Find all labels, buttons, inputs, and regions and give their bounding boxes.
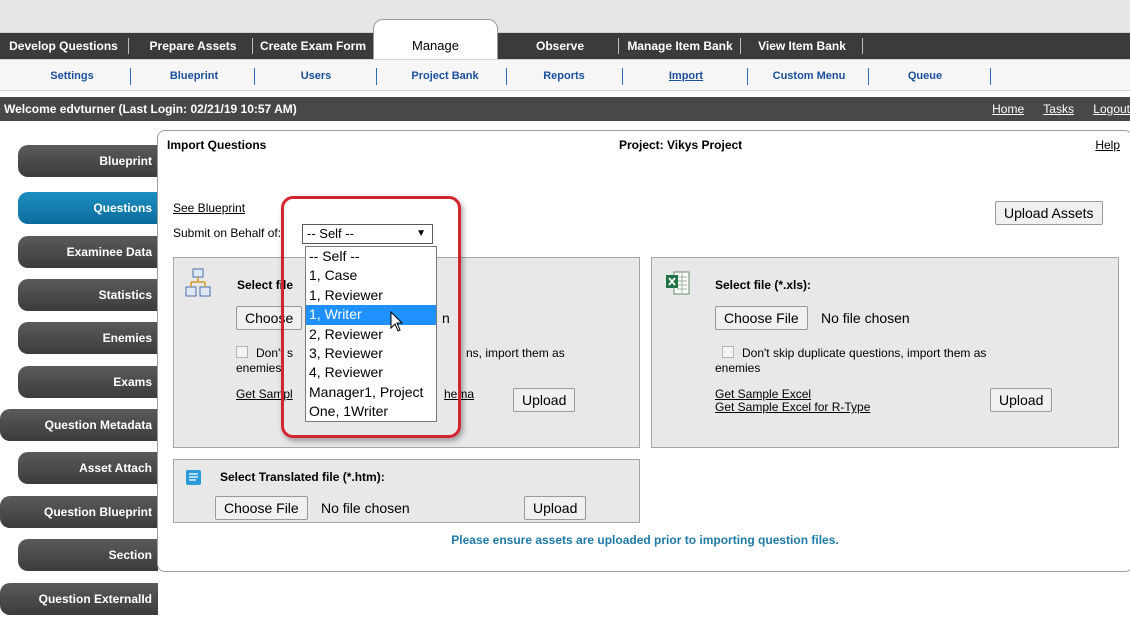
- choose-file-button[interactable]: Choose: [236, 306, 303, 330]
- tab-manage[interactable]: Manage: [373, 19, 498, 61]
- tab-create-exam-form[interactable]: Create Exam Form: [254, 33, 372, 59]
- subnav-separator: [376, 68, 377, 85]
- subnav-queue[interactable]: Queue: [870, 60, 980, 92]
- no-file-chosen-text: No file chosen: [321, 500, 410, 516]
- sidebar-item-enemies[interactable]: Enemies: [18, 322, 158, 354]
- sidebar-item-section[interactable]: Section: [18, 539, 158, 571]
- subnav-settings[interactable]: Settings: [22, 60, 122, 92]
- nav-separator: [862, 38, 863, 54]
- sidebar-item-questions[interactable]: Questions: [18, 192, 158, 224]
- submit-on-behalf-label: Submit on Behalf of:: [173, 226, 282, 240]
- project-name: Project: Vikys Project: [619, 138, 743, 152]
- upload-assets-button[interactable]: Upload Assets: [995, 201, 1103, 225]
- skip-text: Don't skip duplicate questions, import t…: [742, 346, 987, 360]
- subnav-separator: [868, 68, 869, 85]
- no-file-chosen-text: n: [442, 310, 450, 326]
- dropdown-option[interactable]: 3, Reviewer: [306, 344, 436, 363]
- nav-separator: [618, 38, 619, 54]
- subnav-reports[interactable]: Reports: [510, 60, 618, 92]
- sidebar-item-exams[interactable]: Exams: [18, 366, 158, 398]
- subnav-project-bank[interactable]: Project Bank: [384, 60, 506, 92]
- sidebar-item-question-blueprint[interactable]: Question Blueprint: [0, 496, 158, 528]
- choose-file-button[interactable]: Choose File: [715, 306, 808, 330]
- top-links: Home Tasks Logout: [992, 97, 1130, 121]
- skip-duplicates-checkbox[interactable]: [722, 346, 734, 358]
- tab-develop-questions[interactable]: Develop Questions: [0, 33, 127, 59]
- submit-on-behalf-dropdown: -- Self -- 1, Case 1, Reviewer 1, Writer…: [305, 246, 437, 422]
- upload-button[interactable]: Upload: [990, 388, 1053, 412]
- top-strip: [0, 0, 1130, 33]
- subnav-separator: [254, 68, 255, 85]
- xls-upload-box: Select file (*.xls): Choose File No file…: [651, 257, 1119, 448]
- translated-upload-box: Select Translated file (*.htm): Choose F…: [173, 459, 640, 523]
- upload-button[interactable]: Upload: [513, 388, 576, 412]
- welcome-bar: Welcome edvturner (Last Login: 02/21/19 …: [0, 97, 1130, 121]
- dropdown-option[interactable]: -- Self --: [306, 247, 436, 266]
- help-link[interactable]: Help: [1095, 138, 1120, 152]
- sidebar-item-blueprint[interactable]: Blueprint: [18, 145, 158, 177]
- get-sample-schema-link[interactable]: hema: [444, 387, 474, 401]
- tab-observe[interactable]: Observe: [512, 33, 608, 59]
- sidebar-item-question-metadata[interactable]: Question Metadata: [0, 409, 158, 441]
- sub-nav: Settings Blueprint Users Project Bank Re…: [0, 59, 1130, 91]
- subnav-separator: [622, 68, 623, 85]
- subnav-import[interactable]: Import: [630, 60, 742, 92]
- get-sample-excel-rtype-link[interactable]: Get Sample Excel for R-Type: [715, 400, 870, 414]
- nav-separator: [740, 38, 741, 54]
- submit-on-behalf-select[interactable]: -- Self -- ▼: [302, 224, 433, 244]
- subnav-users[interactable]: Users: [262, 60, 370, 92]
- skip-text-middle: ns, import them as: [466, 346, 565, 360]
- logout-link[interactable]: Logout: [1093, 102, 1130, 116]
- skip-duplicates-option: Don't skip duplicate questions, import t…: [722, 346, 986, 360]
- subnav-separator: [990, 68, 991, 85]
- welcome-text: Welcome edvturner (Last Login: 02/21/19 …: [4, 102, 297, 116]
- select-file-label: Select file: [237, 278, 294, 292]
- choose-file-button[interactable]: Choose File: [215, 496, 308, 520]
- nav-separator: [252, 38, 253, 54]
- get-sample-link[interactable]: Get Sampl: [236, 387, 293, 401]
- panel-title: Import Questions: [167, 138, 267, 152]
- dropdown-option[interactable]: Manager1, Project: [306, 383, 436, 402]
- subnav-separator: [747, 68, 748, 85]
- sidebar-item-question-externalid[interactable]: Question ExternalId: [0, 583, 158, 615]
- dropdown-option-selected[interactable]: 1, Writer: [306, 305, 436, 325]
- tab-prepare-assets[interactable]: Prepare Assets: [136, 33, 250, 59]
- home-link[interactable]: Home: [992, 102, 1024, 116]
- subnav-separator: [506, 68, 507, 85]
- select-xls-label: Select file (*.xls):: [715, 278, 812, 292]
- dropdown-option[interactable]: 2, Reviewer: [306, 325, 436, 344]
- upload-button[interactable]: Upload: [524, 496, 587, 520]
- dropdown-option[interactable]: 1, Case: [306, 266, 436, 285]
- enemies-text: enemies: [715, 361, 761, 375]
- no-file-chosen-text: No file chosen: [821, 310, 910, 326]
- excel-file-icon: [666, 271, 690, 295]
- dropdown-option[interactable]: One, 1Writer: [306, 402, 436, 421]
- chevron-down-icon: ▼: [416, 228, 426, 239]
- import-panel: Import Questions Project: Vikys Project …: [157, 130, 1130, 572]
- dropdown-option[interactable]: 4, Reviewer: [306, 363, 436, 382]
- select-value: -- Self --: [307, 226, 354, 241]
- xml-file-icon: [185, 268, 211, 297]
- dropdown-option[interactable]: 1, Reviewer: [306, 286, 436, 305]
- tab-manage-item-bank[interactable]: Manage Item Bank: [622, 33, 738, 59]
- nav-separator: [128, 38, 129, 54]
- assets-note: Please ensure assets are uploaded prior …: [451, 533, 839, 547]
- enemies-text: enemies: [236, 361, 282, 375]
- mouse-cursor-icon: [390, 311, 404, 332]
- tab-view-item-bank[interactable]: View Item Bank: [746, 33, 858, 59]
- subnav-blueprint[interactable]: Blueprint: [140, 60, 248, 92]
- sidebar-item-asset-attach[interactable]: Asset Attach: [18, 452, 158, 484]
- subnav-custom-menu[interactable]: Custom Menu: [752, 60, 866, 92]
- sidebar-item-statistics[interactable]: Statistics: [18, 279, 158, 311]
- skip-text-start: Don't s: [256, 346, 293, 360]
- sidebar-item-examinee-data[interactable]: Examinee Data: [18, 236, 158, 268]
- skip-duplicates-checkbox[interactable]: [236, 346, 248, 358]
- document-icon: [186, 470, 201, 485]
- select-translated-label: Select Translated file (*.htm):: [220, 470, 385, 484]
- subnav-separator: [130, 68, 131, 85]
- tasks-link[interactable]: Tasks: [1043, 102, 1074, 116]
- main-nav: Develop Questions Prepare Assets Create …: [0, 33, 1130, 59]
- get-sample-excel-link[interactable]: Get Sample Excel: [715, 387, 811, 401]
- see-blueprint-link[interactable]: See Blueprint: [173, 201, 245, 215]
